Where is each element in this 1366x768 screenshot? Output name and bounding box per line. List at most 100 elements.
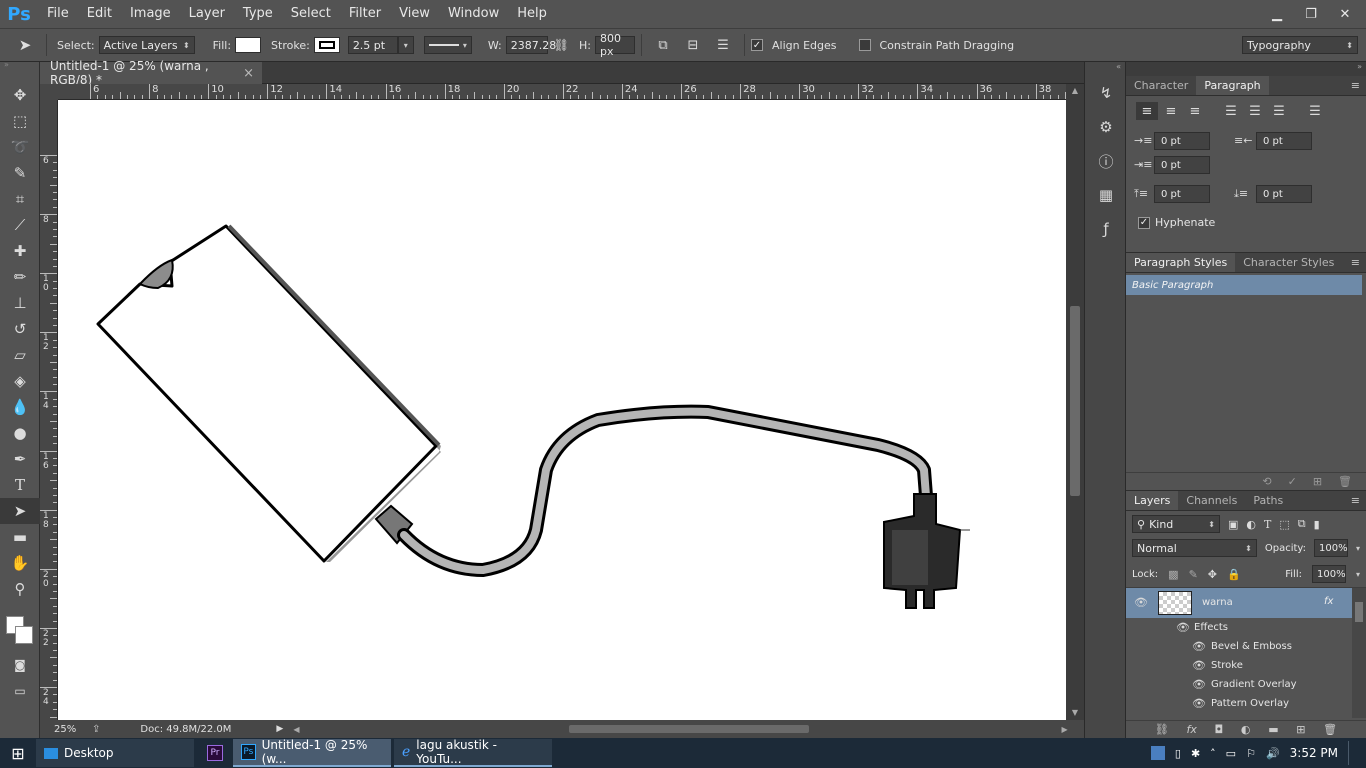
filter-toggle-icon[interactable]: ▮ bbox=[1314, 518, 1320, 531]
info-panel-icon[interactable]: ⓘ bbox=[1085, 144, 1127, 178]
stroke-type-dropdown[interactable]: ▾ bbox=[423, 36, 472, 54]
menu-filter[interactable]: Filter bbox=[340, 0, 390, 28]
vertical-scrollbar[interactable]: ▲ ▼ bbox=[1066, 84, 1084, 720]
pen-tool-icon[interactable]: ✒ bbox=[0, 446, 40, 472]
notification-icon[interactable] bbox=[1348, 741, 1356, 765]
start-button[interactable]: ⊞ bbox=[0, 738, 36, 768]
visibility-eye-icon[interactable]: 👁 bbox=[1192, 678, 1206, 691]
hyphenate-checkbox[interactable]: ✓ bbox=[1138, 216, 1150, 229]
scroll-thumb[interactable] bbox=[1070, 306, 1080, 496]
user-icon[interactable] bbox=[1150, 746, 1165, 760]
adjustment-layer-icon[interactable]: ◐ bbox=[1241, 723, 1251, 736]
effects-row[interactable]: 👁 Effects bbox=[1126, 618, 1366, 637]
quick-mask-icon[interactable]: ◙ bbox=[0, 652, 40, 678]
path-selection-tool-icon[interactable]: ➤ bbox=[0, 498, 40, 524]
opacity-dropdown-icon[interactable]: ▾ bbox=[1356, 544, 1360, 553]
menu-edit[interactable]: Edit bbox=[78, 0, 121, 28]
history-panel-icon[interactable]: ↯ bbox=[1085, 76, 1127, 110]
new-style-icon[interactable]: ⊞ bbox=[1313, 475, 1322, 488]
justify-all-icon[interactable]: ☰ bbox=[1304, 102, 1326, 120]
scroll-left-icon[interactable]: ◀ bbox=[293, 725, 299, 734]
history-brush-tool-icon[interactable]: ↺ bbox=[0, 316, 40, 342]
rectangle-tool-icon[interactable]: ▬ bbox=[0, 524, 40, 550]
collapse-dock-icon[interactable]: « bbox=[1085, 62, 1125, 76]
export-icon[interactable]: ⇪ bbox=[92, 724, 100, 735]
clock[interactable]: 3:52 PM bbox=[1290, 746, 1338, 760]
indent-left-input[interactable]: 0 pt bbox=[1154, 132, 1210, 150]
visibility-eye-icon[interactable]: 👁 bbox=[1176, 621, 1190, 634]
action-center-icon[interactable]: ⚐ bbox=[1246, 747, 1256, 760]
menu-type[interactable]: Type bbox=[234, 0, 282, 28]
width-input[interactable]: 2387.28 bbox=[505, 36, 556, 54]
tab-paragraph-styles[interactable]: Paragraph Styles bbox=[1126, 253, 1236, 272]
stroke-swatch[interactable] bbox=[313, 37, 340, 53]
align-left-icon[interactable]: ≡ bbox=[1136, 102, 1158, 120]
healing-brush-tool-icon[interactable]: ✚ bbox=[0, 238, 40, 264]
layers-scrollbar[interactable] bbox=[1352, 588, 1366, 718]
constrain-path-checkbox[interactable] bbox=[858, 39, 871, 51]
chevron-up-icon[interactable]: ˄ bbox=[1210, 747, 1216, 760]
layers-scroll-thumb[interactable] bbox=[1355, 602, 1363, 622]
effect-row-pattern[interactable]: 👁 Pattern Overlay bbox=[1126, 694, 1366, 713]
select-dropdown[interactable]: Active Layers ⬍ bbox=[98, 36, 195, 54]
network-icon[interactable]: ▭ bbox=[1226, 747, 1236, 760]
taskbar-ie[interactable]: ℯ lagu akustik - YouTu... bbox=[394, 738, 552, 767]
screen-mode-icon[interactable]: ▭ bbox=[0, 678, 40, 704]
close-tab-icon[interactable]: × bbox=[243, 66, 254, 81]
justify-center-icon[interactable]: ☰ bbox=[1244, 102, 1266, 120]
link-layers-icon[interactable]: ⛓ bbox=[1155, 723, 1169, 736]
tab-paths[interactable]: Paths bbox=[1245, 491, 1291, 510]
move-tool-icon[interactable]: ✥ bbox=[0, 82, 40, 108]
fill-input[interactable]: 100% bbox=[1311, 565, 1346, 583]
quick-selection-tool-icon[interactable]: ✎ bbox=[0, 160, 40, 186]
crop-tool-icon[interactable]: ⌗ bbox=[0, 186, 40, 212]
bluetooth-icon[interactable]: ✱ bbox=[1191, 747, 1200, 760]
path-alignment-icon[interactable]: ⊟ bbox=[678, 38, 708, 53]
volume-icon[interactable]: 🔊 bbox=[1266, 747, 1280, 760]
menu-view[interactable]: View bbox=[390, 0, 439, 28]
visibility-eye-icon[interactable]: 👁 bbox=[1192, 659, 1206, 672]
effect-row-bevel[interactable]: 👁 Bevel & Emboss bbox=[1126, 637, 1366, 656]
layer-row-warna[interactable]: 👁 warna fx bbox=[1126, 588, 1366, 618]
indent-first-line-input[interactable]: 0 pt bbox=[1154, 156, 1210, 174]
marquee-tool-icon[interactable]: ⬚ bbox=[0, 108, 40, 134]
properties-panel-icon[interactable]: ⚙ bbox=[1085, 110, 1127, 144]
effect-row-stroke[interactable]: 👁 Stroke bbox=[1126, 656, 1366, 675]
panel-menu-icon[interactable]: ≡ bbox=[1345, 491, 1366, 510]
status-menu-icon[interactable]: ▶ bbox=[276, 724, 283, 734]
restore-button[interactable]: ❐ bbox=[1296, 4, 1326, 24]
lock-transparent-icon[interactable]: ▩ bbox=[1168, 568, 1178, 581]
tab-character[interactable]: Character bbox=[1126, 76, 1196, 95]
path-selection-tool-icon[interactable]: ➤ bbox=[10, 36, 40, 54]
layer-filter-dropdown[interactable]: ⚲ Kind ⬍ bbox=[1132, 515, 1220, 533]
panels-collapse-icon[interactable]: » bbox=[1126, 62, 1366, 76]
stroke-size-dropdown[interactable]: ▾ bbox=[397, 36, 414, 54]
menu-select[interactable]: Select bbox=[282, 0, 340, 28]
background-color-swatch[interactable] bbox=[15, 626, 33, 644]
menu-image[interactable]: Image bbox=[121, 0, 180, 28]
blend-mode-dropdown[interactable]: Normal ⬍ bbox=[1132, 539, 1257, 557]
justify-right-icon[interactable]: ☰ bbox=[1268, 102, 1290, 120]
height-input[interactable]: 800 px bbox=[594, 32, 635, 58]
fx-icon[interactable]: fx bbox=[1324, 596, 1333, 607]
add-mask-icon[interactable]: ◘ bbox=[1215, 723, 1224, 736]
tab-layers[interactable]: Layers bbox=[1126, 491, 1179, 510]
space-before-input[interactable]: 0 pt bbox=[1154, 185, 1210, 203]
filter-type-icon[interactable]: T bbox=[1264, 518, 1271, 531]
link-icon[interactable]: ⛓ bbox=[554, 38, 569, 52]
lock-image-icon[interactable]: ✎ bbox=[1189, 568, 1198, 581]
clone-stamp-tool-icon[interactable]: ⊥ bbox=[0, 290, 40, 316]
tab-channels[interactable]: Channels bbox=[1178, 491, 1245, 510]
visibility-eye-icon[interactable]: 👁 bbox=[1134, 596, 1148, 609]
lock-position-icon[interactable]: ✥ bbox=[1208, 568, 1217, 581]
style-item-basic-paragraph[interactable]: Basic Paragraph bbox=[1126, 275, 1362, 295]
filter-shape-icon[interactable]: ⬚ bbox=[1279, 518, 1289, 531]
fill-dropdown-icon[interactable]: ▾ bbox=[1356, 570, 1360, 579]
document-canvas[interactable] bbox=[58, 100, 1066, 720]
scroll-right-icon[interactable]: ▶ bbox=[1061, 725, 1067, 734]
eraser-tool-icon[interactable]: ▱ bbox=[0, 342, 40, 368]
new-group-icon[interactable]: ▬ bbox=[1268, 723, 1278, 736]
swatches-panel-icon[interactable]: ▦ bbox=[1085, 178, 1127, 212]
menu-file[interactable]: File bbox=[38, 0, 78, 28]
horizontal-scrollbar[interactable] bbox=[307, 723, 1057, 735]
